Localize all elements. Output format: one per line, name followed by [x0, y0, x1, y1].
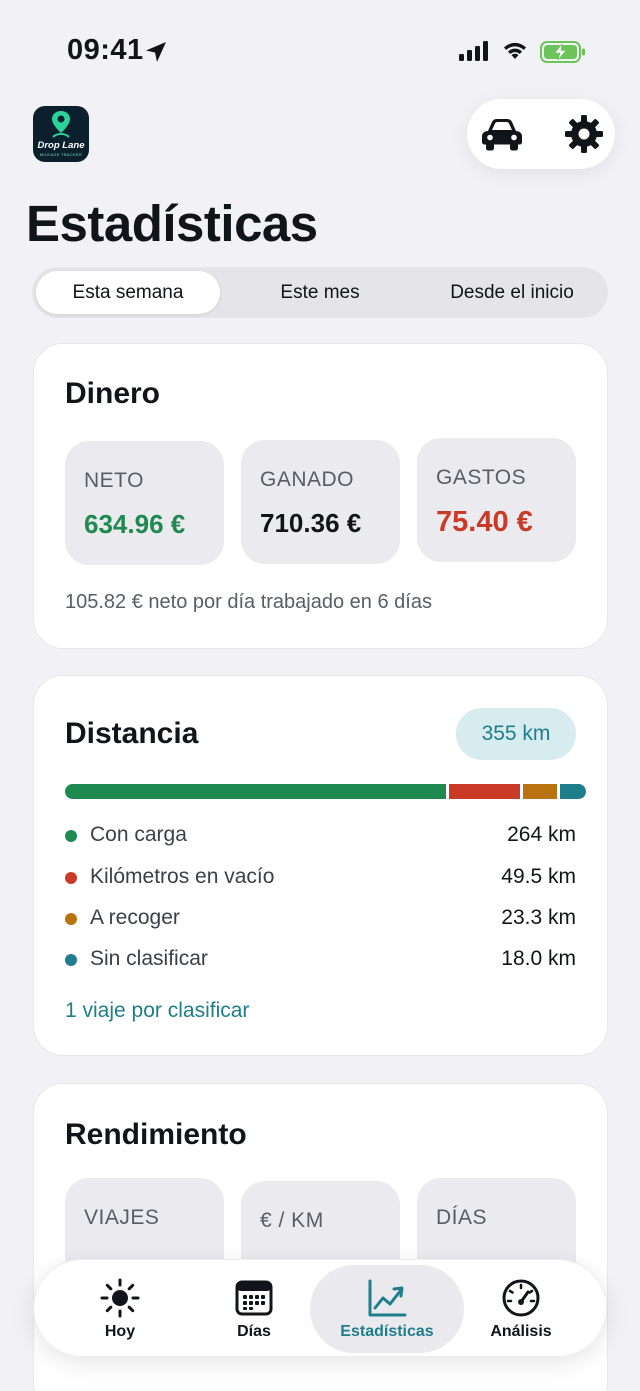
distance-row-label: A recoger	[90, 906, 180, 929]
earned-label: GANADO	[260, 468, 355, 491]
net-tile: NETO 634.96 €	[65, 441, 224, 565]
loaded-dot	[65, 830, 77, 842]
distance-row-pickup: A recoger 23.3 km	[65, 904, 576, 934]
battery-charging-icon	[540, 41, 585, 63]
tab-days-label: Días	[237, 1323, 271, 1340]
sun-icon	[100, 1278, 140, 1318]
tab-statistics-label: Estadísticas	[340, 1323, 434, 1340]
segment-this-week[interactable]: Esta semana	[36, 271, 220, 314]
trips-label: VIAJES	[84, 1206, 160, 1229]
segment-this-month[interactable]: Este mes	[224, 271, 416, 314]
distance-row-label: Con carga	[90, 823, 187, 846]
days-label: DÍAS	[436, 1206, 488, 1229]
distance-bar-segment-empty	[449, 784, 520, 799]
earned-value: 710.36 €	[260, 508, 362, 538]
distance-row-value: 18.0 km	[501, 947, 576, 970]
tab-today-label: Hoy	[104, 1323, 136, 1340]
calendar-icon	[235, 1280, 273, 1316]
speedometer-icon	[502, 1279, 540, 1317]
expenses-tile: GASTOS 75.40 €	[417, 438, 576, 562]
distance-bar-segment-loaded	[65, 784, 446, 799]
expenses-value: 75.40 €	[436, 506, 533, 538]
total-distance-badge: 355 km	[456, 708, 576, 760]
page-title: Estadísticas	[26, 195, 318, 252]
distance-row-value: 264 km	[507, 823, 576, 846]
header-actions	[467, 99, 615, 169]
period-segmented-control: Esta semana Este mes Desde el inicio	[32, 267, 608, 318]
tab-analysis-label: Análisis	[490, 1323, 552, 1340]
distance-card-title: Distancia	[65, 717, 199, 750]
unclassified-dot	[65, 954, 77, 966]
per-km-label: € / KM	[260, 1209, 324, 1232]
distance-bar-segment-unclassified	[560, 784, 586, 799]
classify-trips-link[interactable]: 1 viaje por clasificar	[65, 999, 249, 1023]
logo-name: Drop Lane	[37, 140, 85, 151]
distance-row-loaded: Con carga 264 km	[65, 821, 576, 851]
distance-row-label: Sin clasificar	[90, 947, 208, 970]
segment-since-start[interactable]: Desde el inicio	[420, 271, 604, 314]
tab-today[interactable]: Hoy	[50, 1260, 190, 1358]
tab-statistics[interactable]: Estadísticas	[306, 1260, 468, 1358]
distance-row-empty: Kilómetros en vacío 49.5 km	[65, 863, 576, 893]
location-arrow-icon	[146, 42, 166, 62]
expenses-label: GASTOS	[436, 466, 527, 489]
app-logo: Drop Lane MILEAGE TRACKER	[33, 106, 89, 162]
chart-icon	[368, 1279, 407, 1317]
distance-row-value: 49.5 km	[501, 865, 576, 888]
map-pin-icon	[52, 111, 70, 138]
distance-row-unclassified: Sin clasificar 18.0 km	[65, 945, 576, 975]
distance-row-label: Kilómetros en vacío	[90, 865, 275, 888]
status-bar: 09:41	[0, 0, 640, 100]
wifi-icon	[504, 42, 526, 59]
net-value: 634.96 €	[84, 509, 186, 539]
status-time: 09:41	[67, 34, 144, 66]
net-label: NETO	[84, 469, 144, 492]
settings-button[interactable]	[561, 112, 607, 156]
distance-bar-segment-pickup	[523, 784, 557, 799]
logo-tagline: MILEAGE TRACKER	[39, 152, 83, 157]
bottom-tab-bar: Hoy Días Estadísticas Análisis	[33, 1259, 607, 1357]
earned-tile: GANADO 710.36 €	[241, 440, 400, 564]
distance-card: Distancia 355 km Con carga 264 km Kilóme…	[33, 675, 608, 1056]
tab-days[interactable]: Días	[184, 1260, 324, 1358]
performance-card-title: Rendimiento	[65, 1118, 247, 1151]
empty-dot	[65, 872, 77, 884]
car-icon	[482, 119, 522, 151]
net-per-day-note: 105.82 € neto por día trabajado en 6 día…	[65, 591, 432, 613]
cellular-signal-icon	[459, 41, 488, 61]
vehicle-button[interactable]	[479, 112, 525, 156]
money-card-title: Dinero	[65, 377, 161, 410]
gear-icon	[565, 115, 603, 153]
distance-breakdown-bar	[65, 784, 586, 799]
money-card: Dinero NETO 634.96 € GANADO 710.36 € GAS…	[33, 343, 608, 649]
distance-row-value: 23.3 km	[501, 906, 576, 929]
pickup-dot	[65, 913, 77, 925]
tab-analysis[interactable]: Análisis	[451, 1260, 591, 1358]
